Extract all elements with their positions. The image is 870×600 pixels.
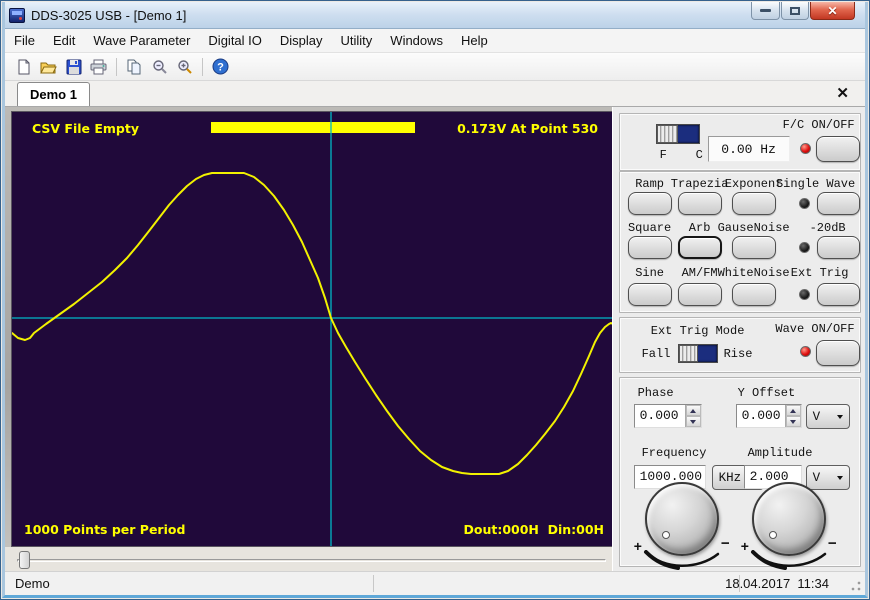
- scope-display[interactable]: CSV File Empty 0.173V At Point 530 1000 …: [11, 111, 613, 547]
- csv-status-text: CSV File Empty: [32, 121, 139, 136]
- waveform-plot: [12, 112, 613, 547]
- points-per-period-text: 1000 Points per Period: [24, 522, 185, 537]
- scope-client-area: CSV File Empty 0.173V At Point 530 1000 …: [5, 107, 612, 573]
- app-window: DDS-3025 USB - [Demo 1] ✕ File Edit Wave…: [0, 0, 870, 600]
- dout-din-text: Dout:000H Din:00H: [463, 522, 604, 537]
- point-readout-text: 0.173V At Point 530: [457, 121, 598, 136]
